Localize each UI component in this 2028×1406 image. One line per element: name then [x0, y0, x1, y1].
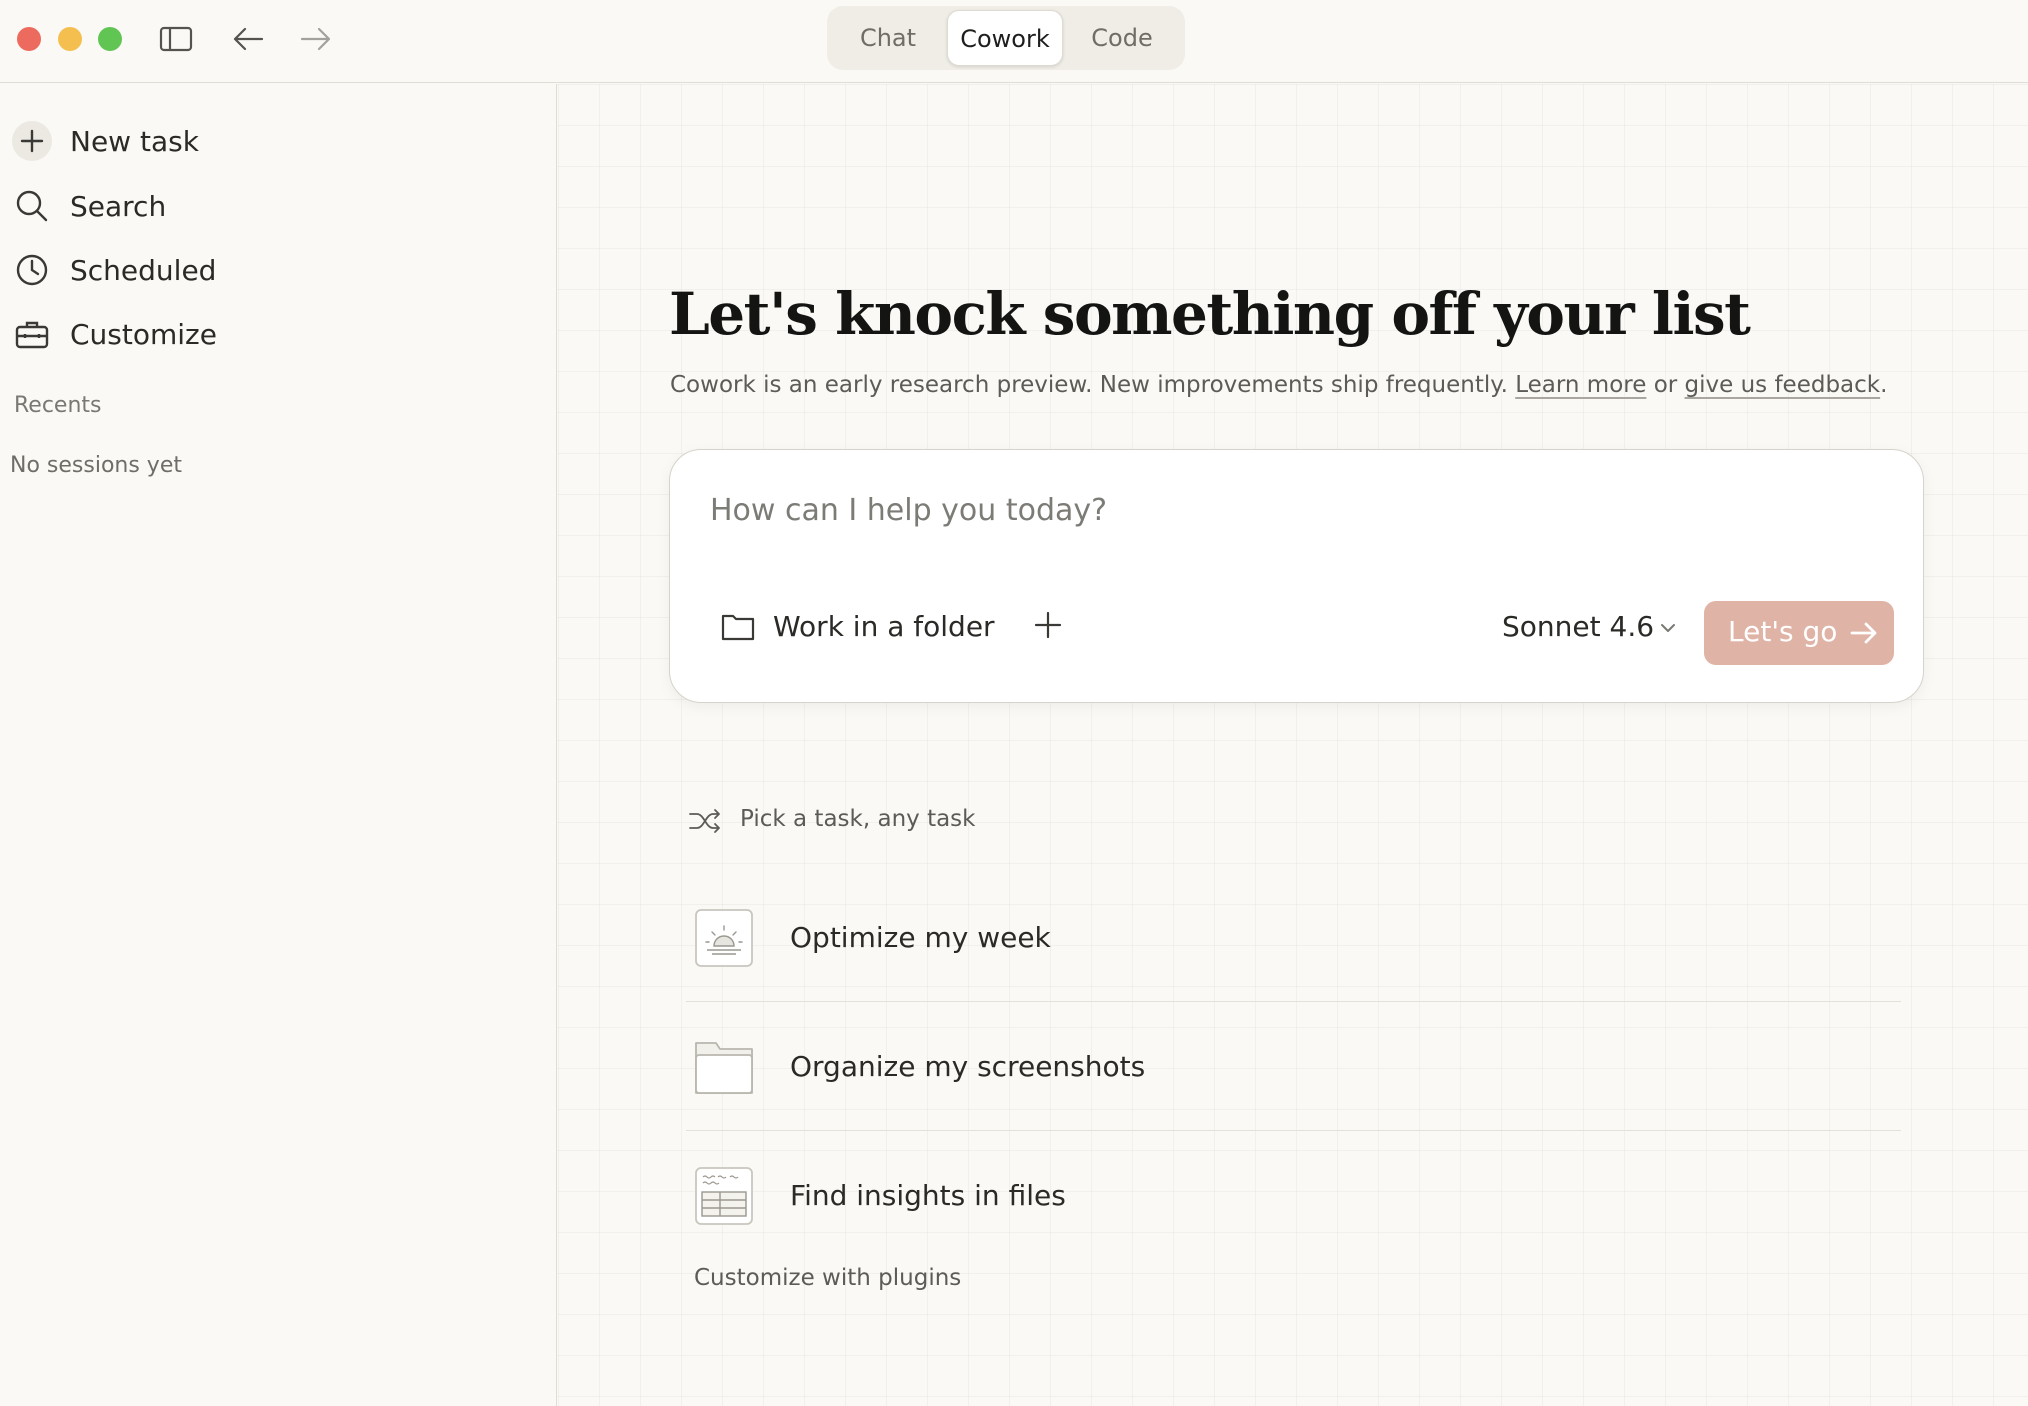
- subtitle-period: .: [1880, 372, 1888, 398]
- submit-button[interactable]: Let's go: [1704, 601, 1894, 665]
- spreadsheet-icon: [694, 1166, 754, 1226]
- sidebar: New task Search Scheduled Customize Rece…: [0, 84, 557, 1406]
- plus-icon: [12, 121, 52, 161]
- sidebar-item-scheduled[interactable]: Scheduled: [8, 242, 538, 298]
- page-title: Let's knock something off your list: [669, 280, 1751, 348]
- task-suggestion-optimize-week[interactable]: Optimize my week: [686, 874, 1901, 1002]
- sidebar-item-new-task[interactable]: New task: [8, 113, 538, 169]
- work-in-folder-button[interactable]: Work in a folder: [720, 602, 995, 652]
- shuffle-icon: [688, 806, 722, 836]
- tab-chat[interactable]: Chat: [835, 10, 941, 66]
- folder-icon: [694, 1037, 754, 1097]
- search-icon: [12, 186, 52, 226]
- folder-icon: [720, 610, 756, 644]
- minimize-window-button[interactable]: [58, 27, 82, 51]
- tab-cowork[interactable]: Cowork: [947, 10, 1063, 66]
- subtitle: Cowork is an early research preview. New…: [670, 372, 1887, 398]
- sidebar-item-label: Search: [70, 190, 167, 223]
- zoom-window-button[interactable]: [98, 27, 122, 51]
- back-arrow-icon[interactable]: [228, 20, 268, 58]
- task-suggestion-find-insights[interactable]: Find insights in files: [686, 1132, 1901, 1260]
- mode-switcher: Chat Cowork Code: [827, 6, 1185, 70]
- tab-code[interactable]: Code: [1069, 10, 1175, 66]
- task-suggestion-label: Organize my screenshots: [790, 1050, 1146, 1083]
- feedback-link[interactable]: give us feedback: [1685, 372, 1881, 398]
- subtitle-text: Cowork is an early research preview. New…: [670, 372, 1508, 398]
- chevron-down-icon: [1658, 618, 1678, 638]
- sidebar-item-customize[interactable]: Customize: [8, 306, 538, 362]
- toolbox-icon: [12, 314, 52, 354]
- subtitle-or: or: [1653, 372, 1678, 398]
- sidebar-item-label: Scheduled: [70, 254, 217, 287]
- sidebar-item-label: Customize: [70, 318, 217, 351]
- task-suggestion-label: Find insights in files: [790, 1179, 1066, 1212]
- prompt-composer: Work in a folder Sonnet 4.6 Let's go: [669, 449, 1924, 703]
- sidebar-item-search[interactable]: Search: [8, 178, 538, 234]
- submit-button-label: Let's go: [1728, 615, 1838, 648]
- recents-empty-text: No sessions yet: [10, 453, 182, 478]
- title-bar: Chat Cowork Code: [0, 0, 2028, 83]
- main-content: Let's knock something off your list Cowo…: [558, 84, 2028, 1406]
- pick-a-task-label: Pick a task, any task: [740, 806, 976, 832]
- learn-more-link[interactable]: Learn more: [1515, 372, 1646, 398]
- model-selector[interactable]: Sonnet 4.6: [1502, 602, 1702, 652]
- task-suggestion-label: Optimize my week: [790, 921, 1051, 954]
- sidebar-toggle-icon[interactable]: [156, 20, 196, 58]
- arrow-right-icon: [1849, 619, 1879, 647]
- model-selector-label: Sonnet 4.6: [1502, 610, 1655, 643]
- customize-with-plugins-link[interactable]: Customize with plugins: [694, 1265, 961, 1291]
- recents-heading: Recents: [14, 393, 102, 418]
- prompt-input[interactable]: [710, 486, 1870, 534]
- task-suggestion-organize-screenshots[interactable]: Organize my screenshots: [686, 1003, 1901, 1131]
- sidebar-item-label: New task: [70, 125, 199, 158]
- clock-icon: [12, 250, 52, 290]
- close-window-button[interactable]: [17, 27, 41, 51]
- sunrise-icon: [694, 908, 754, 968]
- forward-arrow-icon[interactable]: [296, 20, 336, 58]
- work-in-folder-label: Work in a folder: [773, 610, 995, 643]
- add-attachment-plus-icon[interactable]: [1028, 605, 1068, 645]
